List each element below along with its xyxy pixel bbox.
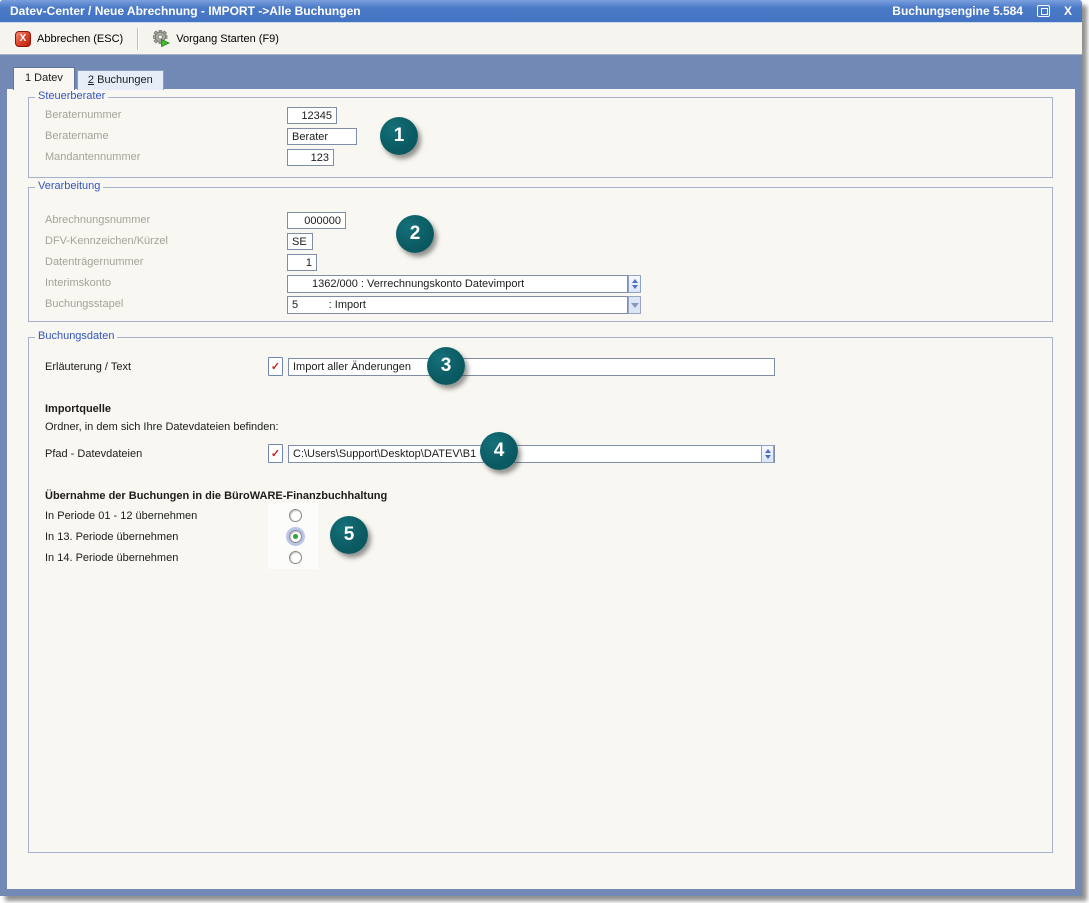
interimskonto-spinner[interactable] <box>628 275 641 293</box>
cancel-button[interactable]: X Abbrechen (ESC) <box>6 26 132 52</box>
workspace: 1 Datev 2 Buchungen Steuerberater Berate… <box>0 56 1082 896</box>
periode-13-radio[interactable] <box>289 530 302 543</box>
pfad-check-icon[interactable]: ✓ <box>268 444 283 463</box>
tab-datev-label: 1 Datev <box>25 72 63 84</box>
spinner-down-icon <box>632 285 638 289</box>
beraternummer-input[interactable]: 12345 <box>287 107 337 124</box>
mandantennummer-label: Mandantennummer <box>45 151 140 163</box>
tab-page-datev: Steuerberater Beraternummer 12345 Berate… <box>7 89 1075 889</box>
start-process-button[interactable]: Vorgang Starten (F9) <box>143 26 288 52</box>
tab-bar: 1 Datev 2 Buchungen <box>13 67 164 90</box>
periode-14-label: In 14. Periode übernehmen <box>45 552 178 564</box>
close-icon[interactable]: X <box>1064 5 1072 17</box>
engine-version-label: Buchungsengine 5.584 <box>892 4 1023 18</box>
erlaeuterung-input[interactable]: Import aller Änderungen <box>288 358 775 376</box>
annotation-badge-3: 3 <box>427 347 465 385</box>
annotation-badge-1: 1 <box>380 117 418 155</box>
dfv-kennzeichen-label: DFV-Kennzeichen/Kürzel <box>45 235 168 247</box>
periode-01-12-radio[interactable] <box>289 509 302 522</box>
group-buchungsdaten-title: Buchungsdaten <box>35 330 117 342</box>
interimskonto-input[interactable]: 1362/000 : Verrechnungskonto Datevimport <box>287 275 628 293</box>
beraternummer-label: Beraternummer <box>45 109 121 121</box>
toolbar-separator <box>137 28 138 50</box>
datentraegernummer-input[interactable]: 1 <box>287 254 317 271</box>
group-steuerberater: Steuerberater <box>28 97 1053 178</box>
importquelle-heading: Importquelle <box>45 403 111 415</box>
buchungsstapel-input[interactable]: 5 : Import <box>287 296 628 314</box>
cancel-x-icon: X <box>15 31 31 47</box>
group-steuerberater-title: Steuerberater <box>35 90 108 102</box>
spinner-up-icon <box>765 449 771 453</box>
interimskonto-label: Interimskonto <box>45 277 111 289</box>
title-bar: Datev-Center / Neue Abrechnung - IMPORT … <box>0 0 1082 22</box>
abrechnungsnummer-label: Abrechnungsnummer <box>45 214 150 226</box>
beratername-input[interactable]: Berater <box>287 128 357 145</box>
erlaeuterung-check-icon[interactable]: ✓ <box>268 357 283 376</box>
tab-buchungen[interactable]: 2 Buchungen <box>77 70 164 90</box>
ordner-hint-text: Ordner, in dem sich Ihre Datevdateien be… <box>45 421 279 433</box>
erlaeuterung-label: Erläuterung / Text <box>45 361 131 373</box>
annotation-badge-2: 2 <box>396 215 434 253</box>
group-buchungsdaten: Buchungsdaten <box>28 337 1053 853</box>
radio-dot <box>293 534 298 539</box>
periode-14-radio[interactable] <box>289 551 302 564</box>
group-verarbeitung-title: Verarbeitung <box>35 180 103 192</box>
buchungsstapel-label: Buchungsstapel <box>45 298 123 310</box>
datentraegernummer-label: Datenträgernummer <box>45 256 143 268</box>
abrechnungsnummer-input[interactable]: 000000 <box>287 212 346 229</box>
spinner-up-icon <box>632 279 638 283</box>
dfv-kennzeichen-input[interactable]: SE <box>287 233 313 250</box>
tab-buchungen-label: Buchungen <box>94 74 153 86</box>
cancel-button-label: Abbrechen (ESC) <box>37 33 123 45</box>
buchungsstapel-dropdown-button[interactable] <box>628 296 641 314</box>
restore-icon[interactable] <box>1037 5 1050 17</box>
beratername-label: Beratername <box>45 130 109 142</box>
periode-01-12-label: In Periode 01 - 12 übernehmen <box>45 510 197 522</box>
start-process-button-label: Vorgang Starten (F9) <box>176 33 279 45</box>
toolbar: X Abbrechen (ESC) <box>0 22 1082 55</box>
chevron-down-icon <box>631 303 639 308</box>
pfad-datevdateien-label: Pfad - Datevdateien <box>45 448 142 460</box>
spinner-down-icon <box>765 455 771 459</box>
annotation-badge-5: 5 <box>330 516 368 554</box>
app-window: Datev-Center / Neue Abrechnung - IMPORT … <box>0 0 1082 896</box>
gear-play-icon <box>152 30 170 47</box>
pfad-spinner[interactable] <box>761 445 774 463</box>
uebernahme-heading: Übernahme der Buchungen in die BüroWARE-… <box>45 490 387 502</box>
window-title: Datev-Center / Neue Abrechnung - IMPORT … <box>10 4 892 18</box>
annotation-badge-4: 4 <box>480 432 518 470</box>
pfad-datevdateien-input[interactable]: C:\Users\Support\Desktop\DATEV\B1 <box>288 445 775 463</box>
tab-datev[interactable]: 1 Datev <box>13 67 75 90</box>
mandantennummer-input[interactable]: 123 <box>287 149 334 166</box>
periode-13-label: In 13. Periode übernehmen <box>45 531 178 543</box>
